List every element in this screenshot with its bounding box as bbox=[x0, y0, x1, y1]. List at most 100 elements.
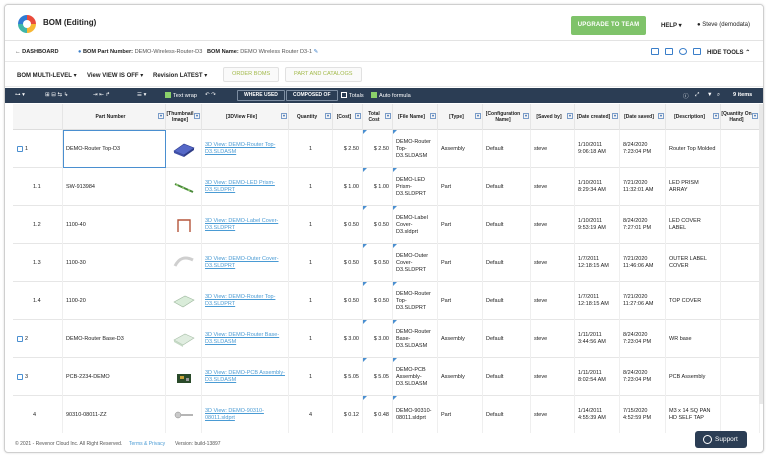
table-row[interactable]: 2 DEMO-Router Base-D3 3D View: DEMO-Router… bbox=[13, 320, 760, 358]
cost-cell[interactable]: $ 0.12 bbox=[333, 396, 363, 433]
quantity-on-hand-cell[interactable] bbox=[721, 358, 760, 396]
saved-cell[interactable]: 8/24/2020 7:23:04 PM bbox=[620, 320, 666, 358]
type-cell[interactable]: Part bbox=[438, 396, 483, 433]
cost-cell[interactable]: $ 0.50 bbox=[333, 282, 363, 320]
type-cell[interactable]: Assembly bbox=[438, 130, 483, 168]
thumbnail-cell[interactable] bbox=[166, 168, 202, 206]
text-wrap-toggle[interactable]: Text wrap bbox=[165, 92, 197, 99]
total-cell[interactable]: $ 0.50 bbox=[363, 282, 393, 320]
column-menu-icon[interactable]: ▾ bbox=[523, 113, 529, 119]
column-header[interactable]: [Description] ▾ bbox=[666, 104, 721, 130]
qty-cell[interactable]: 4 bbox=[289, 396, 333, 433]
quantity-on-hand-cell[interactable] bbox=[721, 130, 760, 168]
totals-toggle[interactable]: Totals bbox=[341, 92, 364, 99]
indent-icon[interactable]: ⇥ ⇤ ↱ bbox=[93, 92, 110, 98]
saved-by-cell[interactable]: steve bbox=[531, 396, 575, 433]
level-cell[interactable]: 3 bbox=[13, 358, 63, 396]
back-to-dashboard[interactable]: ← DASHBOARD bbox=[15, 49, 59, 55]
view-file-value[interactable]: 3D View: DEMO-PCB Assembly-D3.SLDASM bbox=[205, 370, 285, 384]
column-menu-icon[interactable]: ▾ bbox=[475, 113, 481, 119]
view-file-value[interactable]: 3D View: DEMO-Label Cover-D3.SLDPRT bbox=[205, 218, 285, 232]
columns-icon[interactable]: ⊞ ⊟ ⇆ ↳ bbox=[45, 92, 68, 98]
cost-cell[interactable]: $ 5.05 bbox=[333, 358, 363, 396]
desc-cell[interactable]: PCB Assembly bbox=[666, 358, 721, 396]
column-header[interactable]: Total Cost ▾ bbox=[363, 104, 393, 130]
desc-cell[interactable]: M3 x 14 SQ PAN HD SELF TAP bbox=[666, 396, 721, 433]
column-menu-icon[interactable]: ▾ bbox=[355, 113, 361, 119]
edit-pencil-icon[interactable]: ✎ bbox=[314, 49, 319, 55]
part-cell[interactable]: 90310-08011-ZZ bbox=[63, 396, 166, 433]
table-row[interactable]: 1.3 1100-30 3D View: DEMO-Outer Cover-D3.S… bbox=[13, 244, 760, 282]
hide-tools-button[interactable]: HIDE TOOLS ⌃ bbox=[707, 49, 750, 56]
level-cell[interactable]: 1.2 bbox=[13, 206, 63, 244]
level-cell[interactable]: 2 bbox=[13, 320, 63, 358]
column-header[interactable]: [Date created] ▾ bbox=[575, 104, 620, 130]
link-icon[interactable]: ⤢ bbox=[695, 92, 699, 99]
qty-cell[interactable]: 1 bbox=[289, 168, 333, 206]
cost-cell[interactable]: $ 3.00 bbox=[333, 320, 363, 358]
part-thumbnail[interactable] bbox=[171, 252, 197, 274]
saved-by-cell[interactable]: steve bbox=[531, 130, 575, 168]
column-header[interactable]: Quantity ▾ bbox=[289, 104, 333, 130]
filter-icon[interactable]: ▼ bbox=[707, 92, 713, 98]
hierarchy-icon[interactable]: ⊶ ▾ bbox=[15, 92, 25, 98]
column-menu-icon[interactable]: ▾ bbox=[385, 113, 391, 119]
qty-cell[interactable]: 1 bbox=[289, 130, 333, 168]
saved-cell[interactable]: 7/15/2020 4:52:59 PM bbox=[620, 396, 666, 433]
info-icon[interactable]: ⓘ bbox=[683, 92, 689, 100]
file-cell[interactable]: DEMO-Router Top-D3.SLDASM bbox=[393, 130, 438, 168]
view-file-value[interactable]: 3D View: DEMO-Router Top-D3.SLDPRT bbox=[205, 294, 285, 308]
column-header[interactable]: Part Number ▾ bbox=[63, 104, 166, 130]
delete-icon[interactable] bbox=[693, 48, 701, 55]
part-thumbnail[interactable] bbox=[171, 328, 197, 350]
column-header[interactable]: [Date saved] ▾ bbox=[620, 104, 666, 130]
total-cell[interactable]: $ 0.50 bbox=[363, 206, 393, 244]
column-header[interactable]: [Configuration Name] ▾ bbox=[483, 104, 531, 130]
part-cell[interactable]: 1100-20 bbox=[63, 282, 166, 320]
file-cell[interactable]: DEMO-Outer Cover-D3.SLDPRT bbox=[393, 244, 438, 282]
column-menu-icon[interactable]: ▾ bbox=[658, 113, 664, 119]
type-cell[interactable]: Part bbox=[438, 168, 483, 206]
part-thumbnail[interactable] bbox=[171, 404, 197, 426]
saved-cell[interactable]: 8/24/2020 7:23:04 PM bbox=[620, 130, 666, 168]
upgrade-button[interactable]: UPGRADE TO TEAM bbox=[571, 16, 646, 35]
total-cell[interactable]: $ 0.48 bbox=[363, 396, 393, 433]
column-header[interactable]: [Quantity On Hand] ▾ bbox=[721, 104, 760, 130]
view-file-cell[interactable]: 3D View: DEMO-LED Prism-D3.SLDPRT bbox=[202, 168, 289, 206]
saved-cell[interactable]: 8/24/2020 7:27:01 PM bbox=[620, 206, 666, 244]
saved-cell[interactable]: 7/21/2020 11:46:06 AM bbox=[620, 244, 666, 282]
type-cell[interactable]: Part bbox=[438, 206, 483, 244]
qty-cell[interactable]: 1 bbox=[289, 282, 333, 320]
cost-cell[interactable]: $ 1.00 bbox=[333, 168, 363, 206]
terms-link[interactable]: Terms & Privacy bbox=[129, 441, 165, 447]
column-header[interactable]: [File Name] ▾ bbox=[393, 104, 438, 130]
created-cell[interactable]: 1/7/2011 12:18:15 AM bbox=[575, 282, 620, 320]
config-cell[interactable]: Default bbox=[483, 244, 531, 282]
export-icon[interactable] bbox=[651, 48, 659, 55]
created-cell[interactable]: 1/10/2011 9:53:19 AM bbox=[575, 206, 620, 244]
config-cell[interactable]: Default bbox=[483, 396, 531, 433]
level-cell[interactable]: 1 bbox=[13, 130, 63, 168]
view-file-value[interactable]: 3D View: DEMO-Router Top-D3.SLDASM bbox=[205, 142, 285, 156]
file-cell[interactable]: DEMO-PCB Assembly-D3.SLDASM bbox=[393, 358, 438, 396]
type-cell[interactable]: Assembly bbox=[438, 358, 483, 396]
tab-order-boms[interactable]: ORDER BOMS bbox=[223, 67, 280, 82]
table-row[interactable]: 3 PCB-2234-DEMO 3D View: DEMO-PCB Assembly… bbox=[13, 358, 760, 396]
composed-of-button[interactable]: COMPOSED OF bbox=[286, 90, 338, 101]
file-cell[interactable]: DEMO-Router Top-D3.SLDPRT bbox=[393, 282, 438, 320]
config-cell[interactable]: Default bbox=[483, 358, 531, 396]
thumbnail-cell[interactable] bbox=[166, 130, 202, 168]
created-cell[interactable]: 1/11/2011 8:02:54 AM bbox=[575, 358, 620, 396]
cost-cell[interactable]: $ 0.50 bbox=[333, 244, 363, 282]
bom-type-select[interactable]: BOM MULTI-LEVEL ▾ bbox=[17, 72, 77, 79]
column-menu-icon[interactable]: ▾ bbox=[158, 113, 164, 119]
type-cell[interactable]: Assembly bbox=[438, 320, 483, 358]
table-row[interactable]: 1.2 1100-40 3D View: DEMO-Label Cover-D3.S… bbox=[13, 206, 760, 244]
qty-cell[interactable]: 1 bbox=[289, 244, 333, 282]
desc-cell[interactable]: OUTER LABEL COVER bbox=[666, 244, 721, 282]
column-menu-icon[interactable]: ▾ bbox=[194, 113, 200, 119]
column-menu-icon[interactable]: ▾ bbox=[713, 113, 719, 119]
view-file-value[interactable]: 3D View: DEMO-Outer Cover-D3.SLDPRT bbox=[205, 256, 285, 270]
column-menu-icon[interactable]: ▾ bbox=[430, 113, 436, 119]
qty-cell[interactable]: 1 bbox=[289, 206, 333, 244]
